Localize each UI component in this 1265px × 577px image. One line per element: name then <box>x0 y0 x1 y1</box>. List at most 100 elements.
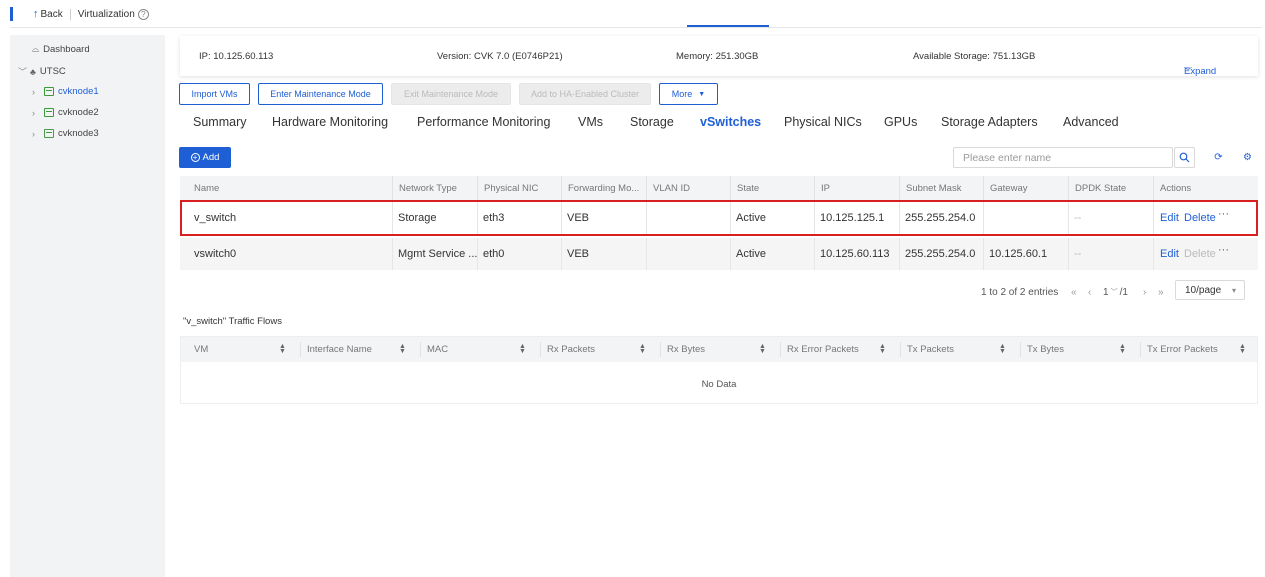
table-row[interactable]: v_switch Storage eth3 VEB Active 10.125.… <box>180 200 1258 236</box>
divider <box>69 8 71 20</box>
cell-divider <box>899 238 900 270</box>
page-size-label: 10/page <box>1185 284 1222 296</box>
col-rx-error-packets: Rx Error Packets <box>787 344 859 355</box>
col-ip: IP <box>814 176 899 200</box>
divider <box>1140 342 1141 357</box>
chevron-down-icon: ﹀ <box>18 67 28 77</box>
page-size-select[interactable]: 10/page ▾ <box>1175 280 1245 300</box>
sort-icon[interactable]: ▲ ▼ <box>639 343 646 355</box>
more-actions-icon[interactable]: ··· <box>1218 198 1229 230</box>
sidebar-item-cvknode1[interactable]: › cvknode1 <box>32 86 99 97</box>
tab-vms[interactable]: VMs <box>578 115 603 129</box>
col-subnet-mask: Subnet Mask <box>899 176 983 200</box>
host-memory: Memory: 251.30GB <box>676 51 759 62</box>
host-icon <box>44 129 54 138</box>
sort-icon[interactable]: ▲ ▼ <box>399 343 406 355</box>
search-icon[interactable] <box>1174 147 1195 168</box>
cell-name: vswitch0 <box>194 248 237 260</box>
back-button[interactable]: ↑ Back <box>33 8 63 20</box>
divider <box>900 342 901 357</box>
accent-bar <box>10 7 13 21</box>
cell-divider <box>561 238 562 270</box>
sort-icon[interactable]: ▲ ▼ <box>1119 343 1126 355</box>
sort-icon[interactable]: ▲ ▼ <box>1239 343 1246 355</box>
sidebar-item-label: Dashboard <box>43 44 90 55</box>
col-tx-bytes: Tx Bytes <box>1027 344 1064 355</box>
help-icon[interactable]: ? <box>137 8 149 20</box>
host-storage: Available Storage: 751.13GB <box>913 51 1036 62</box>
cell-name: v_switch <box>194 212 237 224</box>
sort-icon[interactable]: ▲ ▼ <box>879 343 886 355</box>
col-forwarding-mode: Forwarding Mo... <box>561 176 646 200</box>
first-page-icon[interactable]: « <box>1071 283 1077 301</box>
tab-summary[interactable]: Summary <box>193 115 246 129</box>
tab-bar: Summary Hardware Monitoring Performance … <box>180 111 1260 139</box>
sidebar-item-cvknode2[interactable]: › cvknode2 <box>32 107 99 118</box>
chevron-right-icon: › <box>32 86 35 97</box>
last-page-icon[interactable]: » <box>1158 283 1164 301</box>
traffic-flows-table: VM ▲ ▼ Interface Name ▲ ▼ MAC ▲ ▼ Rx Packet… <box>180 336 1258 404</box>
sidebar-item-dashboard[interactable]: ⌓ Dashboard <box>32 44 90 55</box>
import-vms-button[interactable]: Import VMs <box>179 83 250 105</box>
refresh-icon[interactable]: ⟳ <box>1208 147 1229 168</box>
more-button[interactable]: More ▼ <box>659 83 718 105</box>
col-state: State <box>730 176 814 200</box>
enter-maintenance-button[interactable]: Enter Maintenance Mode <box>258 83 383 105</box>
cell-divider <box>730 238 731 270</box>
search-input[interactable] <box>953 147 1173 168</box>
col-network-type: Network Type <box>392 176 477 200</box>
edit-button[interactable]: Edit <box>1160 238 1179 270</box>
sidebar-item-label: UTSC <box>39 66 66 77</box>
divider <box>420 342 421 357</box>
tab-gpus[interactable]: GPUs <box>884 115 917 129</box>
tab-storage[interactable]: Storage <box>630 115 674 129</box>
cell-divider <box>561 202 562 234</box>
exit-maintenance-button[interactable]: Exit Maintenance Mode <box>391 83 511 105</box>
table-row[interactable]: vswitch0 Mgmt Service ... eth0 VEB Activ… <box>180 238 1258 270</box>
tab-advanced[interactable]: Advanced <box>1063 115 1119 129</box>
tab-performance-monitoring[interactable]: Performance Monitoring <box>417 115 550 129</box>
cell-forwarding: VEB <box>567 212 590 224</box>
table-header: VM ▲ ▼ Interface Name ▲ ▼ MAC ▲ ▼ Rx Packet… <box>181 337 1257 362</box>
cell-nic: eth3 <box>483 212 505 224</box>
cell-state: Active <box>736 212 766 224</box>
tab-physical-nics[interactable]: Physical NICs <box>784 115 862 129</box>
prev-page-icon[interactable]: ‹ <box>1088 283 1091 301</box>
pagination-summary: 1 to 2 of 2 entries <box>981 286 1059 298</box>
add-button[interactable]: + Add <box>179 147 231 168</box>
gear-icon[interactable]: ⚙ <box>1237 147 1258 168</box>
add-ha-button[interactable]: Add to HA-Enabled Cluster <box>519 83 651 105</box>
sidebar-item-cvknode3[interactable]: › cvknode3 <box>32 128 99 139</box>
divider <box>780 342 781 357</box>
tab-storage-adapters[interactable]: Storage Adapters <box>941 115 1038 129</box>
dashboard-icon: ⌓ <box>32 44 40 54</box>
col-rx-bytes: Rx Bytes <box>667 344 706 355</box>
cell-mask: 255.255.254.0 <box>905 248 976 260</box>
cell-mask: 255.255.254.0 <box>905 212 976 224</box>
sort-icon[interactable]: ▲ ▼ <box>279 343 286 355</box>
col-actions: Actions <box>1153 176 1258 200</box>
sort-icon[interactable]: ▲ ▼ <box>759 343 766 355</box>
tab-vswitches[interactable]: vSwitches <box>700 115 761 129</box>
more-actions-icon[interactable]: ··· <box>1218 234 1229 266</box>
empty-state: No Data <box>701 379 737 390</box>
edit-button[interactable]: Edit <box>1160 202 1179 234</box>
cell-forwarding: VEB <box>567 248 590 260</box>
cell-nic: eth0 <box>483 248 505 260</box>
next-page-icon[interactable]: › <box>1143 283 1146 301</box>
col-name: Name <box>194 182 220 194</box>
cell-gateway: 10.125.60.1 <box>989 248 1048 260</box>
delete-button[interactable]: Delete <box>1184 202 1216 234</box>
sort-icon[interactable]: ▲ ▼ <box>999 343 1006 355</box>
page-number-select[interactable]: 1 ﹀ /1 <box>1103 283 1128 301</box>
cell-divider <box>1068 238 1069 270</box>
cell-ip: 10.125.125.1 <box>820 212 885 224</box>
tab-hardware-monitoring[interactable]: Hardware Monitoring <box>272 115 388 129</box>
sidebar-item-cluster[interactable]: ﹀ ♣ UTSC <box>18 65 66 78</box>
sort-icon[interactable]: ▲ ▼ <box>519 343 526 355</box>
sidebar-item-label: cvknode1 <box>58 86 99 97</box>
cell-divider <box>1068 202 1069 234</box>
delete-button[interactable]: Delete <box>1184 238 1216 270</box>
cell-ip: 10.125.60.113 <box>820 248 890 260</box>
cell-divider <box>814 238 815 270</box>
